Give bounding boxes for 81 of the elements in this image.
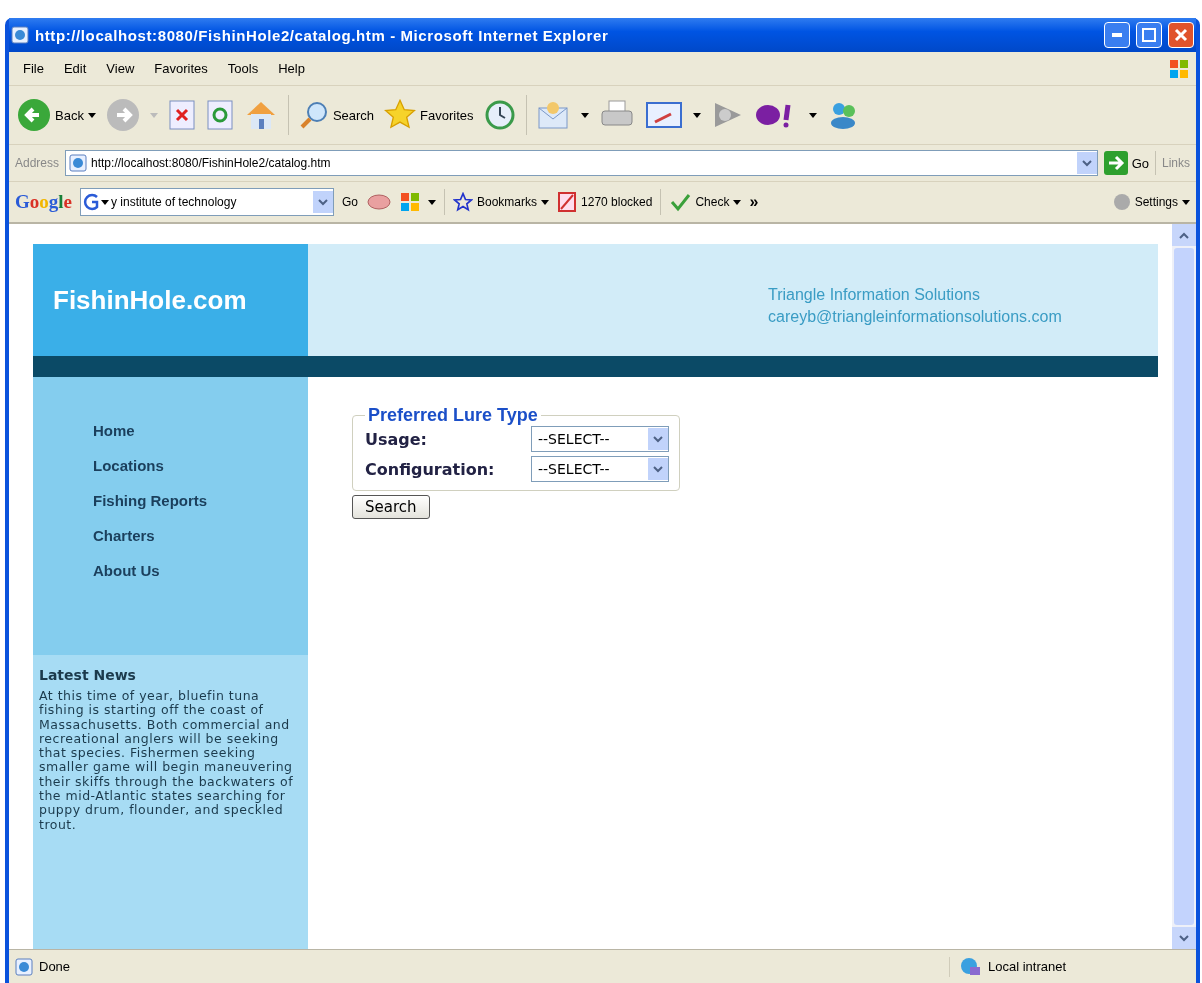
chevron-up-icon[interactable] [1179,231,1189,239]
window-title: http://localhost:8080/FishinHole2/catalog.htm - Microsoft Internet Explorer [35,26,610,44]
menu-item[interactable]: File [15,59,52,78]
checkmark-icon [669,192,692,212]
minimize-icon [1112,33,1122,37]
page-icon [69,154,88,172]
page-icon [11,26,29,44]
vertical-scrollbar[interactable] [1172,224,1196,949]
caret-icon [733,199,742,205]
field-label: Usage: [365,429,428,449]
settings-button[interactable]: Settings [1112,193,1190,211]
news-title: Latest News [39,667,137,683]
caret-icon [808,112,817,118]
caret-icon [428,199,436,205]
close-button[interactable] [1168,22,1194,48]
chevron-down-icon [653,435,663,443]
search-button[interactable]: Search [352,495,430,519]
close-icon [1174,28,1188,42]
zone-text: Local intranet [988,959,1068,974]
caret-icon [541,199,550,205]
back-button[interactable]: Back [17,98,96,132]
select-field[interactable]: --SELECT-- [531,426,669,452]
caret-icon [87,112,96,118]
google-logo: Google [15,191,72,213]
nav-link[interactable]: Locations [93,457,164,474]
scroll-thumb[interactable] [1174,248,1194,925]
chevron-down-icon [318,198,328,206]
page-icon [15,957,33,976]
field-label: Configuration: [365,459,496,479]
more-button[interactable]: » [749,193,759,211]
address-field[interactable]: http://localhost:8080/FishinHole2/catalog.htm [65,150,1098,176]
menu-item[interactable]: View [98,59,143,78]
caret-icon [1182,199,1190,205]
contact-email: careyb@triangleinformationsolutions.com [768,307,1063,327]
nav-link[interactable]: About Us [93,562,160,579]
circle-icon [1112,193,1131,211]
maximize-icon [1142,28,1156,42]
nav-link[interactable]: Fishing Reports [93,492,208,509]
popup-blocker-button[interactable]: 1270 blocked [557,191,653,213]
bookmarks-button[interactable]: Bookmarks [453,192,550,212]
menu-item[interactable]: Tools [219,59,267,78]
go-button[interactable]: Go [342,195,358,209]
network-icon [960,956,982,977]
windows-flag-icon [1168,57,1190,80]
spell-check-button[interactable]: Check [669,192,742,212]
refresh-icon[interactable] [205,99,234,131]
site-name: FishinHole.com [53,284,247,316]
edit-window-icon[interactable] [644,100,683,130]
nav-link[interactable]: Charters [93,527,155,544]
blocked-window-icon [557,191,578,213]
google-g-icon [83,192,99,212]
stop-icon[interactable] [167,99,196,131]
group-legend: Preferred Lure Type [365,405,541,426]
favorites-button[interactable]: Favorites [384,99,474,131]
caret-icon [149,112,158,118]
mail-icon[interactable] [536,100,571,130]
caret-icon [692,112,701,118]
history-icon[interactable] [483,99,516,131]
caret-icon [580,112,589,118]
search-icon [298,100,329,130]
nav-link[interactable]: Home [93,422,135,439]
star-icon [384,99,417,131]
windows-flag-icon[interactable] [400,192,420,212]
go-button[interactable]: Go [1103,151,1149,175]
maximize-button[interactable] [1136,22,1162,48]
menu-item[interactable]: Help [270,59,313,78]
chevron-down-icon [1179,934,1189,942]
menu-item[interactable]: Favorites [146,59,216,78]
chevron-down-icon [1081,159,1092,167]
menu-item[interactable]: Edit [55,59,95,78]
status-text: Done [39,959,72,974]
company-name: Triangle Information Solutions [768,285,981,305]
minimize-button[interactable] [1104,22,1130,48]
address-label: Address [15,156,60,170]
star-icon [453,192,473,212]
google-search-field[interactable]: y institute of technology [80,188,334,216]
chevron-down-icon [653,465,663,473]
search-button[interactable]: Search [298,100,375,130]
caret-icon [101,199,109,205]
news-text: At this time of year, bluefin tuna fishing is starting off the coast of Massachusetts. Both commercial and recreational anglers will be seeking that species. Fishermen seeking smaller game will begin maneuvering their skiffs through the backwaters of the mid-Atlantic states searching for puppy drum, flounder, and speckled trout. [39,689,295,832]
select-field[interactable]: --SELECT-- [531,456,669,482]
